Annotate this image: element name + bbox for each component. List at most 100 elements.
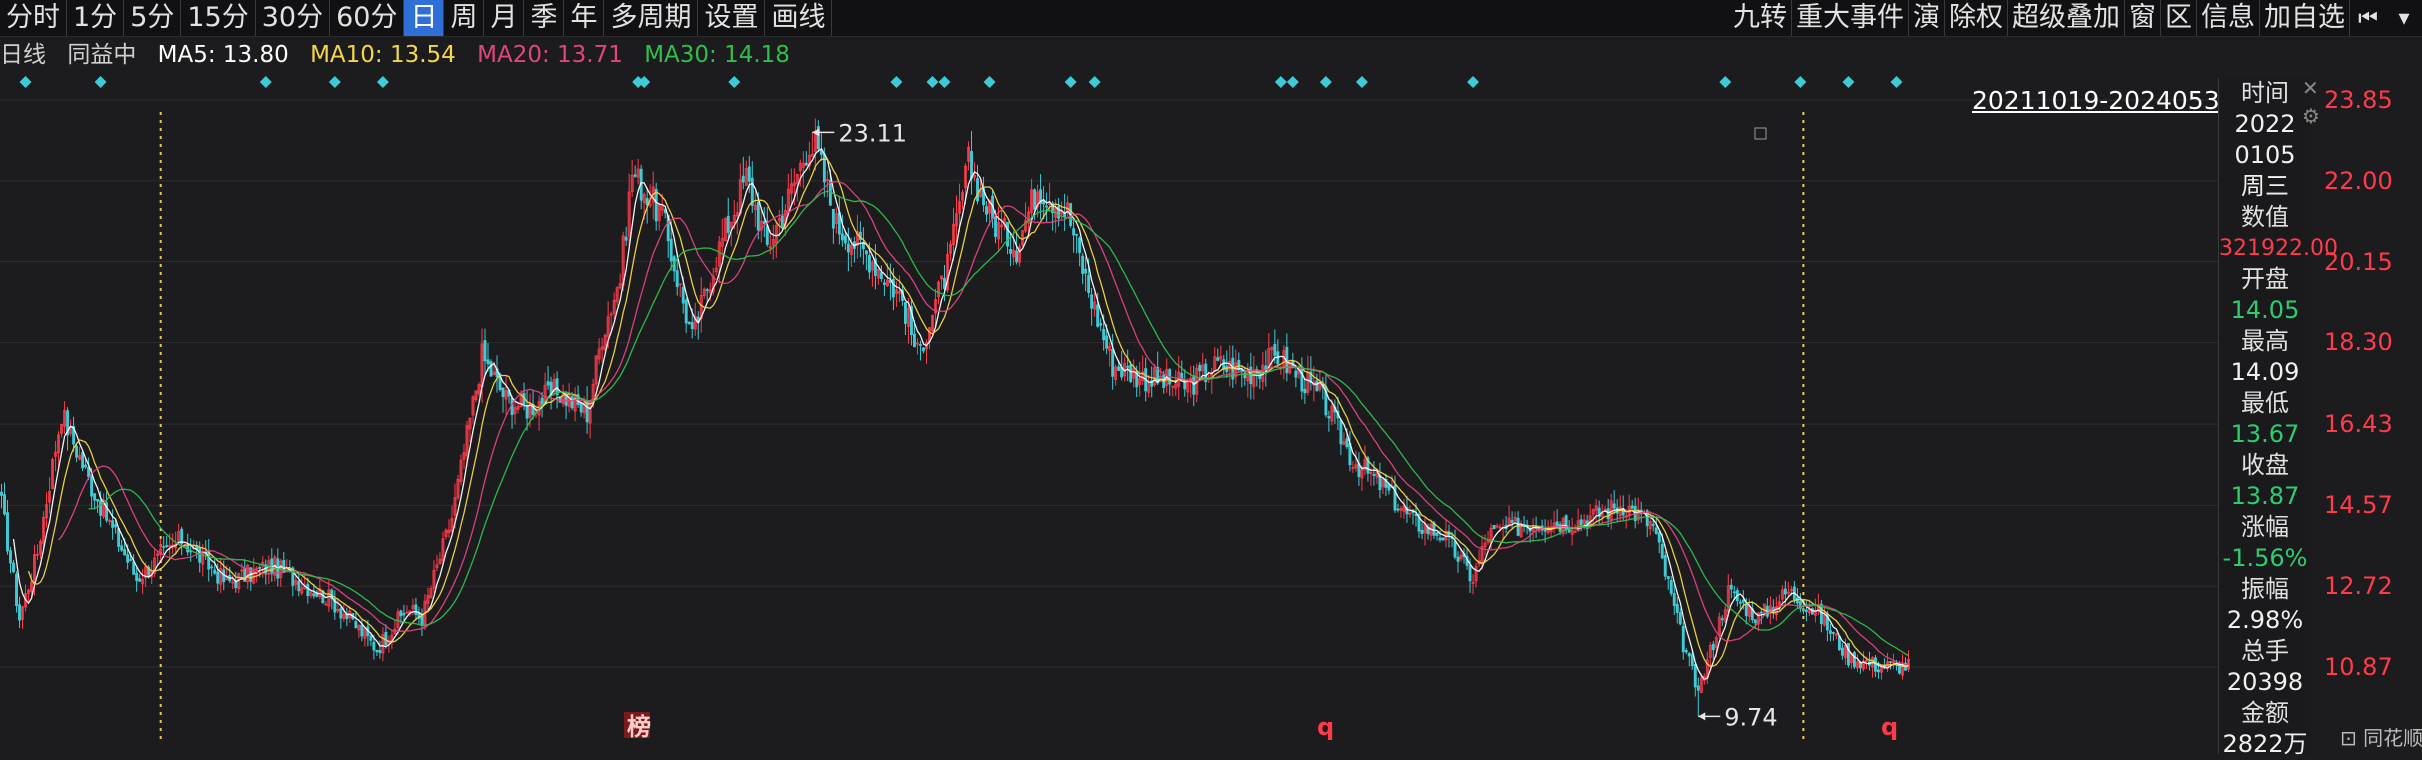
- event-marker: [1286, 76, 1299, 88]
- candle-body: [1090, 294, 1094, 309]
- amplitude-value: 2.98%: [2226, 606, 2304, 634]
- change-label: 涨幅: [2241, 513, 2289, 541]
- candle-body: [354, 621, 358, 629]
- weekday: 周三: [2241, 172, 2289, 200]
- candle-body: [369, 635, 373, 641]
- candle-body: [120, 545, 124, 551]
- y-tick-label: 14.57: [2324, 491, 2393, 520]
- candle-body: [1468, 565, 1472, 582]
- candle-body: [1684, 649, 1688, 653]
- candle-body: [414, 604, 418, 615]
- candle-body: [420, 615, 424, 626]
- volume-label: 总手: [2241, 637, 2289, 665]
- candle-body: [1741, 599, 1745, 603]
- event-marker: [638, 76, 651, 88]
- logo: ⊡ 同花顺: [2340, 722, 2422, 751]
- candle-body: [372, 641, 376, 651]
- candle-body: [1315, 380, 1319, 392]
- candle-body: [489, 361, 493, 377]
- close-icon[interactable]: ✕: [2302, 76, 2319, 100]
- candle-body: [312, 593, 316, 597]
- candle-body: [1345, 438, 1349, 448]
- close-value: 13.87: [2230, 482, 2300, 510]
- candle-body: [375, 649, 379, 652]
- event-marker: [1355, 76, 1368, 88]
- value: 321922.00: [2219, 236, 2338, 261]
- candle-body: [99, 499, 103, 516]
- volume-value: 20398: [2226, 668, 2304, 696]
- candle-body: [1543, 529, 1547, 532]
- event-marker: [1794, 76, 1807, 88]
- candle-body: [1711, 643, 1715, 651]
- y-tick-label: 18.30: [2324, 328, 2393, 357]
- candle-body: [483, 340, 487, 362]
- candle-body: [9, 550, 12, 564]
- candle-body: [1669, 579, 1673, 594]
- event-marker: [1274, 76, 1287, 88]
- event-marker: [926, 76, 939, 88]
- candle-body: [1753, 619, 1757, 624]
- candle-body: [114, 524, 118, 528]
- candle-body: [1015, 250, 1019, 263]
- candle-body: [1126, 365, 1130, 368]
- gear-icon[interactable]: ⚙: [2302, 104, 2320, 128]
- low-arrow-head: [1698, 712, 1706, 721]
- candle-body: [1096, 304, 1100, 327]
- candle-body: [970, 150, 973, 180]
- candle-body: [1510, 520, 1514, 523]
- open-label: 开盘: [2241, 265, 2289, 293]
- candle-body: [1877, 669, 1880, 673]
- high-label: 最高: [2241, 327, 2289, 355]
- candle-body: [1117, 366, 1121, 371]
- candle-body: [1744, 603, 1748, 617]
- candle-body: [165, 545, 169, 547]
- candle-body: [1105, 335, 1109, 349]
- candle-body: [1696, 685, 1700, 691]
- candle-body: [780, 215, 784, 227]
- candles: [0, 118, 1910, 717]
- candle-body: [1033, 189, 1037, 210]
- event-marker: [1842, 76, 1855, 88]
- candle-body: [1687, 652, 1691, 657]
- candle-body: [1300, 366, 1304, 392]
- candle-body: [1693, 663, 1697, 688]
- candle-body: [1006, 221, 1010, 247]
- candle-body: [1339, 420, 1343, 445]
- candle-body: [687, 321, 691, 325]
- candle-body: [1681, 626, 1685, 653]
- candle-body: [726, 215, 730, 233]
- range-label[interactable]: 20211019-20240531: [1972, 86, 2236, 115]
- candle-body: [546, 381, 550, 386]
- candle-body: [1606, 508, 1610, 520]
- low-value: 13.67: [2230, 420, 2300, 448]
- amount-label: 金额: [2241, 699, 2289, 727]
- candle-body: [501, 387, 505, 397]
- candle-body: [1084, 268, 1088, 274]
- candle-body: [654, 188, 658, 222]
- candle-body: [1720, 618, 1724, 621]
- candle-body: [117, 528, 121, 547]
- candle-body: [624, 236, 628, 241]
- candle-body: [1087, 274, 1091, 293]
- line-ma5: [12, 147, 1909, 681]
- candle-body: [579, 402, 583, 413]
- candle-body: [840, 233, 844, 241]
- candle-body: [162, 546, 166, 548]
- candle-body: [1874, 657, 1877, 672]
- candle-body: [360, 624, 364, 637]
- candle-body: [1729, 584, 1733, 590]
- candle-body: [1759, 611, 1763, 614]
- candle-body: [747, 166, 751, 182]
- price-annotations: 23.11 9.74 榜 q q: [624, 119, 1898, 741]
- candle-body: [1372, 473, 1376, 476]
- candle-body: [12, 562, 15, 573]
- candle-body: [1435, 532, 1439, 536]
- candle-body: [1102, 328, 1106, 341]
- event-marker: [1890, 76, 1903, 88]
- candle-body: [1078, 237, 1082, 253]
- candle-body: [690, 322, 694, 330]
- candle-body: [1111, 348, 1115, 377]
- candle-body: [1327, 416, 1331, 419]
- candle-body: [867, 255, 871, 273]
- candle-body: [1579, 519, 1583, 526]
